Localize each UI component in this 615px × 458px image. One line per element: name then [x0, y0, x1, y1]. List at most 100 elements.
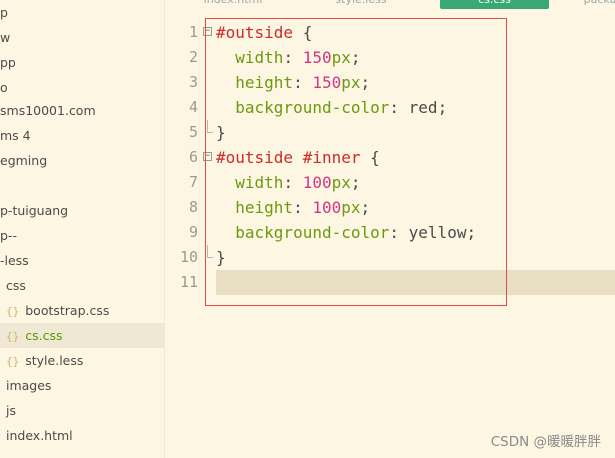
- css-property: height: [235, 73, 294, 92]
- code-line: 9 background-color: yellow;: [166, 220, 615, 245]
- css-property: height: [235, 198, 294, 217]
- tree-item-label: pp: [0, 55, 16, 70]
- line-number: 8: [188, 198, 198, 216]
- code-text: #outside #inner {: [216, 145, 615, 170]
- code-line: 1 − #outside {: [166, 20, 615, 45]
- tree-item-folder[interactable]: p: [0, 0, 164, 25]
- code-line: 2 width: 150px;: [166, 45, 615, 70]
- tree-item-label: style.less: [25, 353, 84, 368]
- tab-style-less[interactable]: style.less: [316, 0, 406, 9]
- tab-cs-css[interactable]: cs.css: [440, 0, 549, 9]
- line-number: 3: [188, 73, 198, 91]
- css-unit: px: [341, 73, 361, 92]
- line-number: 2: [188, 48, 198, 66]
- fold-collapse-icon[interactable]: −: [203, 152, 212, 161]
- code-text: #outside {: [216, 20, 615, 45]
- tree-item-folder[interactable]: egming: [0, 148, 164, 173]
- tree-item-label: bootstrap.css: [25, 303, 110, 318]
- css-value: yellow: [408, 223, 467, 242]
- tree-item-label: p: [0, 5, 8, 20]
- open-brace: {: [360, 148, 380, 167]
- code-text: background-color: red;: [216, 95, 615, 120]
- tree-item-folder-images[interactable]: images: [0, 373, 164, 398]
- css-number: 150: [302, 48, 332, 67]
- fold-end-marker: [207, 245, 213, 258]
- line-number: 11: [179, 273, 198, 291]
- code-text: }: [216, 245, 615, 270]
- tree-item-label: w: [0, 30, 11, 45]
- code-text: width: 100px;: [216, 170, 615, 195]
- tree-item-folder[interactable]: sms10001.com: [0, 98, 164, 123]
- colon: :: [283, 48, 303, 67]
- tab-bar: index.html style.less cs.css packa: [166, 0, 615, 9]
- tree-item-file-style-less[interactable]: {} style.less: [0, 348, 164, 373]
- tree-item-folder[interactable]: o: [0, 75, 164, 100]
- tree-item-folder[interactable]: pp: [0, 50, 164, 75]
- editor-window: p w pp o sms10001.com ms 4 egming p-tuig…: [0, 0, 615, 458]
- code-line: 7 width: 100px;: [166, 170, 615, 195]
- tree-item-label: -less: [0, 253, 29, 268]
- colon: :: [293, 73, 313, 92]
- code-text: height: 100px;: [216, 195, 615, 220]
- semicolon: ;: [360, 198, 371, 217]
- code-text: }: [216, 120, 615, 145]
- tree-item-file-bootstrap[interactable]: {} bootstrap.css: [0, 298, 164, 323]
- tree-item-label: css: [6, 278, 26, 293]
- css-property: background-color: [235, 223, 390, 242]
- tree-item-label: o: [0, 80, 8, 95]
- semicolon: ;: [437, 98, 448, 117]
- line-number: 7: [188, 173, 198, 191]
- line-number: 1: [188, 23, 198, 41]
- line-number: 10: [179, 248, 198, 266]
- colon: :: [283, 173, 303, 192]
- colon: :: [389, 98, 409, 117]
- css-file-icon: {}: [6, 330, 20, 343]
- fold-collapse-icon[interactable]: −: [203, 27, 212, 36]
- tree-item-label: images: [6, 378, 52, 393]
- tree-item-label: egming: [0, 153, 48, 168]
- line-number: 9: [188, 223, 198, 241]
- line-number: 4: [188, 98, 198, 116]
- code-line: 4 background-color: red;: [166, 95, 615, 120]
- tree-item-folder-js[interactable]: js: [0, 398, 164, 423]
- tree-item-label: js: [6, 403, 16, 418]
- code-line: 6 − #outside #inner {: [166, 145, 615, 170]
- css-unit: px: [341, 198, 361, 217]
- code-line-current: 11: [166, 270, 615, 295]
- tree-item-label: index.html: [6, 428, 73, 443]
- tree-item-folder[interactable]: w: [0, 25, 164, 50]
- css-property: width: [235, 173, 284, 192]
- close-brace: }: [216, 248, 226, 267]
- css-value: red: [408, 98, 438, 117]
- watermark: CSDN @暖暖胖胖: [490, 434, 601, 450]
- tree-item-folder[interactable]: ms 4: [0, 123, 164, 148]
- tree-item-label: cs.css: [25, 328, 63, 343]
- tree-item-label: sms10001.com: [0, 103, 96, 118]
- css-property: width: [235, 48, 284, 67]
- less-file-icon: {}: [6, 355, 20, 368]
- fold-end-marker: [207, 120, 213, 133]
- tab-package[interactable]: packa: [570, 0, 615, 9]
- tree-item-file-index[interactable]: index.html: [0, 423, 164, 448]
- tab-index-html[interactable]: index.html: [188, 0, 278, 9]
- tree-item-folder[interactable]: [0, 173, 164, 198]
- tree-item-folder[interactable]: -less: [0, 248, 164, 273]
- semicolon: ;: [350, 173, 361, 192]
- tree-item-folder[interactable]: p--: [0, 223, 164, 248]
- css-unit: px: [331, 173, 351, 192]
- code-text: width: 150px;: [216, 45, 615, 70]
- line-number: 5: [188, 123, 198, 141]
- code-text[interactable]: [216, 270, 615, 295]
- css-number: 100: [312, 198, 342, 217]
- css-selector: #outside #inner: [216, 148, 361, 167]
- semicolon: ;: [360, 73, 371, 92]
- css-unit: px: [331, 48, 351, 67]
- tree-item-folder-css[interactable]: css: [0, 273, 164, 298]
- tree-item-file-cs-css[interactable]: {} cs.css: [0, 323, 164, 348]
- css-number: 100: [302, 173, 332, 192]
- code-editor[interactable]: 1 − #outside { 2 width: 150px; 3 height:…: [166, 18, 615, 318]
- semicolon: ;: [350, 48, 361, 67]
- open-brace: {: [293, 23, 313, 42]
- css-selector: #outside: [216, 23, 294, 42]
- tree-item-folder[interactable]: p-tuiguang: [0, 198, 164, 223]
